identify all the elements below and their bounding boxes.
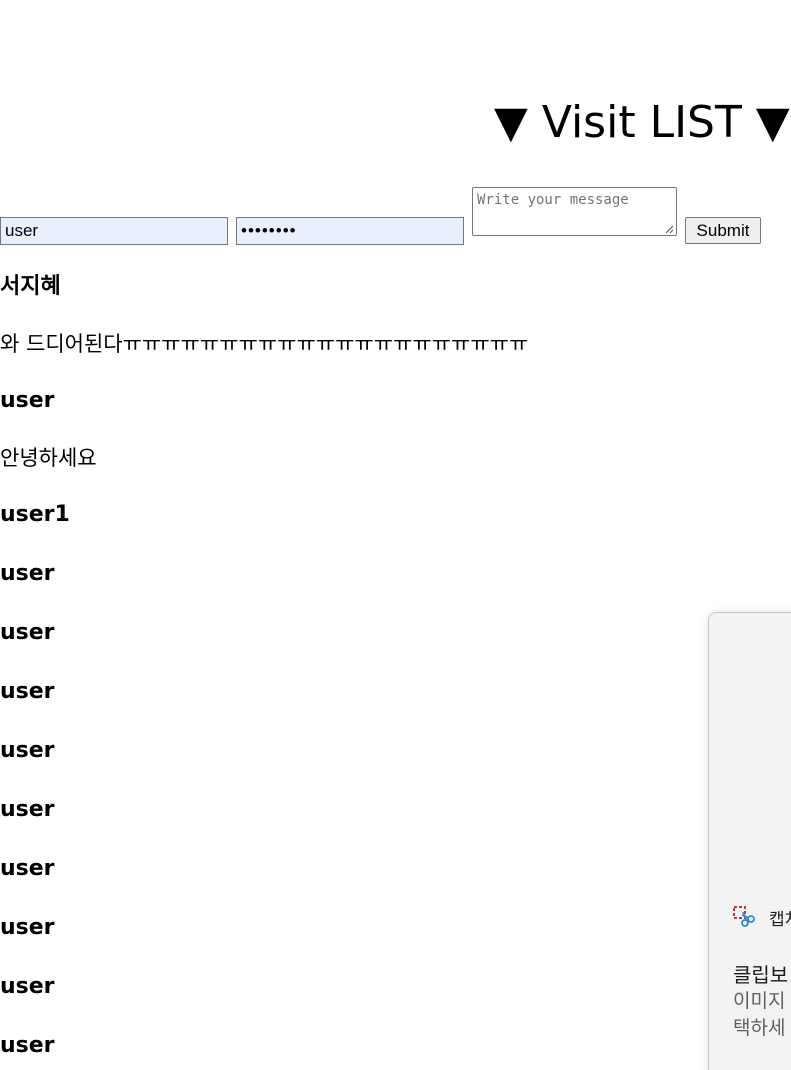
message-textarea[interactable] [472, 187, 677, 236]
entry-author: user [0, 856, 55, 881]
page-title: ▼ Visit LIST ▼ [494, 97, 790, 149]
entry-author: user [0, 738, 55, 763]
entry-author: user [0, 797, 55, 822]
entry-author: user [0, 974, 55, 999]
submit-button[interactable]: Submit [685, 217, 761, 244]
notification-app-name: 캡처 [769, 910, 791, 930]
notification-toast[interactable]: 캡처 클립보 이미지 택하세 [708, 612, 791, 1070]
entry-author: user [0, 561, 55, 586]
entry-author: user [0, 620, 55, 645]
entry-author: user [0, 1033, 55, 1058]
notification-body: 이미지 택하세 [733, 988, 785, 1042]
password-input[interactable] [236, 217, 464, 245]
notification-body-line: 택하세 [733, 1017, 786, 1039]
page: ▼ Visit LIST ▼ Submit 서지혜와 드디어된다ㅠㅠㅠㅠㅠㅠㅠㅠ… [0, 0, 791, 1070]
entry-author: user [0, 915, 55, 940]
entry-author: user1 [0, 502, 70, 527]
entry-message: 와 드디어된다ㅠㅠㅠㅠㅠㅠㅠㅠㅠㅠㅠㅠㅠㅠㅠㅠㅠㅠㅠㅠㅠ [0, 332, 529, 356]
notification-title: 클립보 [733, 963, 789, 987]
entry-author: user [0, 388, 55, 413]
username-input[interactable] [0, 217, 228, 245]
guestbook-form: Submit [0, 186, 791, 246]
snipping-tool-icon [733, 906, 755, 927]
entry-author: user [0, 679, 55, 704]
entry-message: 안녕하세요 [0, 446, 97, 470]
entry-author: 서지혜 [0, 274, 61, 299]
notification-body-line: 이미지 [733, 990, 786, 1012]
